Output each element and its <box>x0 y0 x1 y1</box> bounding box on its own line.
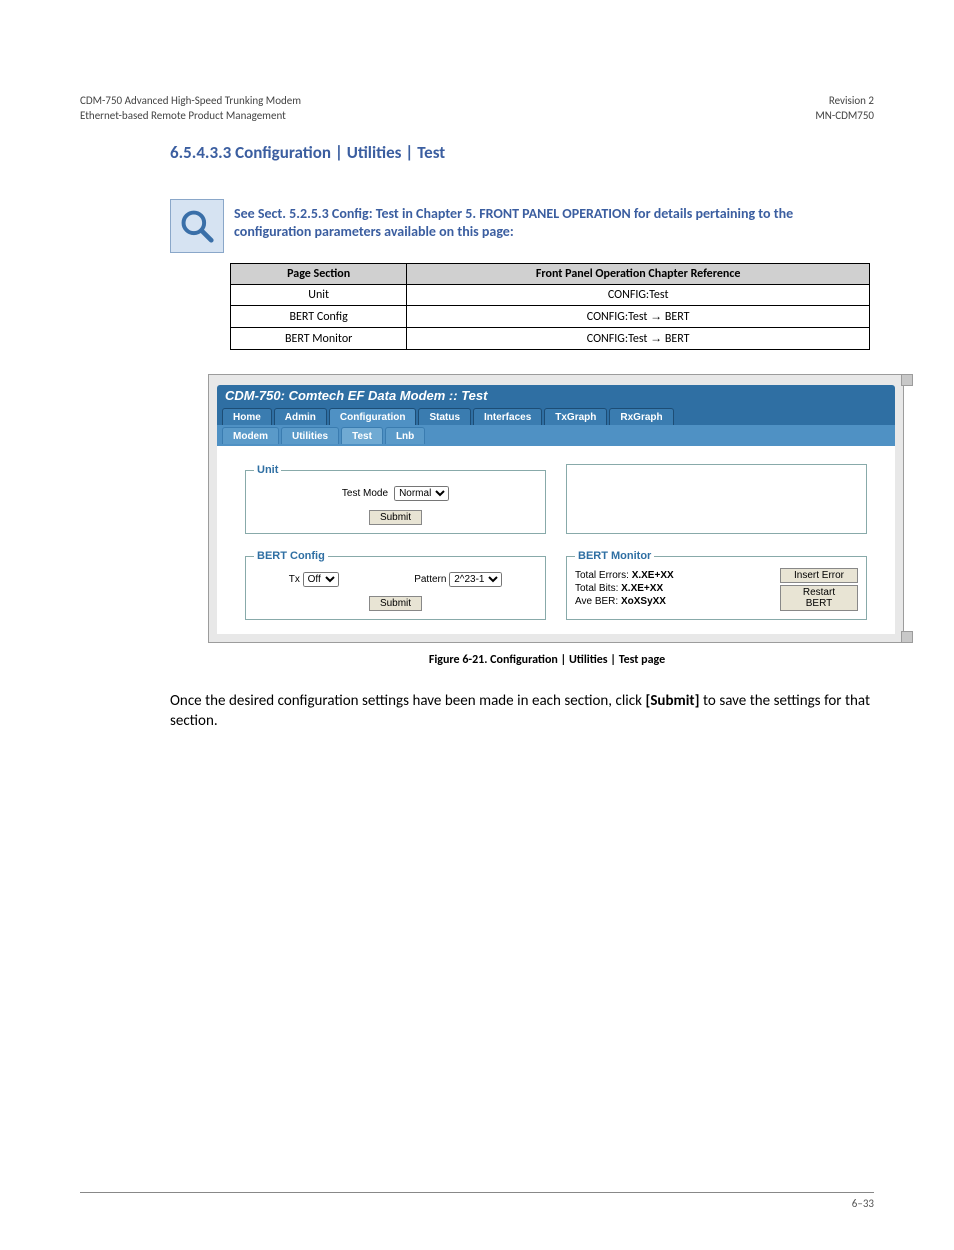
unit-submit-button[interactable]: Submit <box>369 510 422 525</box>
unit-fieldset: Unit Test Mode Normal Submit <box>245 464 546 534</box>
unit-legend: Unit <box>254 464 281 476</box>
figure-caption: Figure 6-21. Configuration | Utilities |… <box>208 653 886 667</box>
tab-configuration[interactable]: Configuration <box>329 408 417 425</box>
test-mode-label: Test Mode <box>342 488 388 499</box>
magnify-icon <box>170 199 224 253</box>
section-title: 6.5.4.3.3 Configuration | Utilities | Te… <box>170 142 874 163</box>
bert-monitor-legend: BERT Monitor <box>575 550 654 562</box>
embedded-screenshot: CDM-750: Comtech EF Data Modem :: Test H… <box>208 374 904 643</box>
restart-bert-button[interactable]: Restart BERT <box>780 585 858 611</box>
page-footer: 6–33 <box>80 1192 874 1210</box>
pattern-label: Pattern <box>414 574 446 585</box>
tab-admin[interactable]: Admin <box>274 408 327 425</box>
sub-tabs: Modem Utilities Test Lnb <box>217 425 895 446</box>
tab-lnb[interactable]: Lnb <box>385 427 425 444</box>
table-row: BERT Monitor CONFIG:Test → BERT <box>231 328 870 350</box>
ref-th-1: Front Panel Operation Chapter Reference <box>407 264 870 285</box>
bert-config-legend: BERT Config <box>254 550 328 562</box>
running-header-left: CDM-750 Advanced High-Speed Trunking Mod… <box>80 94 301 107</box>
top-tabs: Home Admin Configuration Status Interfac… <box>217 406 895 425</box>
tab-interfaces[interactable]: Interfaces <box>473 408 542 425</box>
tab-home[interactable]: Home <box>222 408 272 425</box>
running-header-right: Revision 2 <box>829 94 874 107</box>
ave-ber-label: Ave BER: <box>575 596 618 607</box>
table-row: BERT Config CONFIG:Test → BERT <box>231 306 870 328</box>
arrow-right-icon: → <box>650 331 662 345</box>
running-header2-right: MN-CDM750 <box>815 109 874 122</box>
running-header-2: Ethernet-based Remote Product Management… <box>80 109 874 122</box>
tab-modem[interactable]: Modem <box>222 427 279 444</box>
total-bits-label: Total Bits: <box>575 583 618 594</box>
tab-utilities[interactable]: Utilities <box>281 427 339 444</box>
body-paragraph: Once the desired configuration settings … <box>170 691 870 732</box>
pattern-select[interactable]: 2^23-1 <box>449 572 502 587</box>
page-number: 6–33 <box>852 1197 874 1210</box>
insert-error-button[interactable]: Insert Error <box>780 568 858 583</box>
tx-select[interactable]: Off <box>303 572 339 587</box>
arrow-right-icon: → <box>650 309 662 323</box>
running-header: CDM-750 Advanced High-Speed Trunking Mod… <box>80 94 874 107</box>
total-errors-label: Total Errors: <box>575 570 629 581</box>
running-header2-left: Ethernet-based Remote Product Management <box>80 109 286 122</box>
bert-submit-button[interactable]: Submit <box>369 596 422 611</box>
bert-config-fieldset: BERT Config Tx Off Pattern 2^23-1 Submit <box>245 550 546 620</box>
bert-monitor-fieldset: BERT Monitor Total Errors: X.XE+XX Total… <box>566 550 867 620</box>
tx-label: Tx <box>289 574 300 585</box>
total-bits-value: X.XE+XX <box>621 583 663 594</box>
test-mode-select[interactable]: Normal <box>394 486 449 501</box>
table-row: Unit CONFIG:Test <box>231 285 870 306</box>
reference-table: Page Section Front Panel Operation Chapt… <box>230 263 870 350</box>
tab-status[interactable]: Status <box>418 408 471 425</box>
total-errors-value: X.XE+XX <box>632 570 674 581</box>
ave-ber-value: XoXSyXX <box>621 596 666 607</box>
window-title: CDM-750: Comtech EF Data Modem :: Test <box>217 385 895 406</box>
tab-rxgraph[interactable]: RxGraph <box>609 408 673 425</box>
empty-panel <box>566 464 867 534</box>
ref-th-0: Page Section <box>231 264 407 285</box>
tab-test[interactable]: Test <box>341 427 383 444</box>
head-note: See Sect. 5.2.5.3 Config: Test in Chapte… <box>234 205 834 240</box>
tab-txgraph[interactable]: TxGraph <box>544 408 607 425</box>
